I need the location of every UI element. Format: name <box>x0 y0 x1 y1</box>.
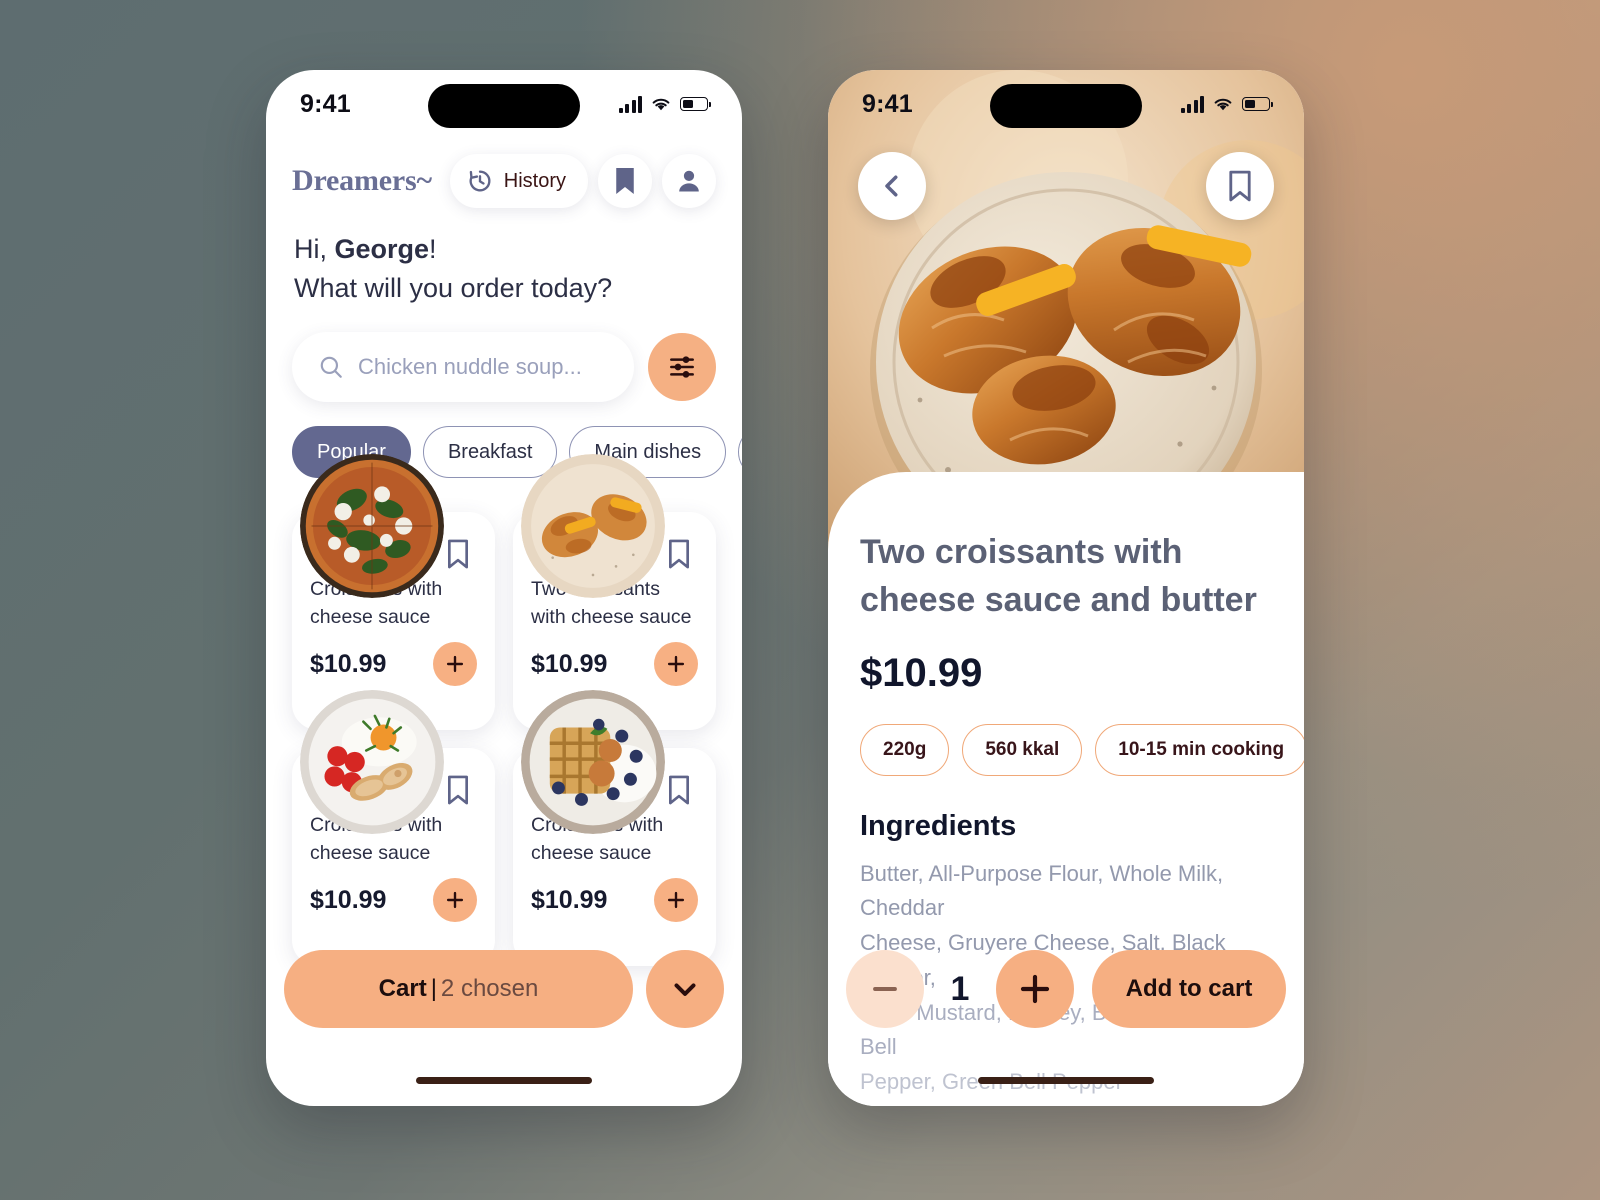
search-placeholder: Chicken nuddle soup... <box>358 354 582 380</box>
food-card[interactable]: Croissants with cheese sauce $10.99 <box>513 690 716 967</box>
hero-button-row <box>858 152 1274 220</box>
bookmark-button[interactable] <box>1206 152 1274 220</box>
dynamic-island <box>428 84 580 128</box>
search-icon <box>320 356 342 379</box>
cellular-bars-icon <box>618 95 642 113</box>
ingredients-line: Butter, All-Purpose Flour, Whole Milk, C… <box>860 860 1224 921</box>
nutrition-chip-calories: 560 kkal <box>962 723 1083 776</box>
greeting-block: Hi, George! What will you order today? <box>266 208 742 308</box>
add-to-cart-button[interactable] <box>654 878 698 923</box>
home-indicator <box>978 1077 1154 1084</box>
chevron-down-icon <box>674 983 696 996</box>
food-footer: $10.99 <box>310 642 477 687</box>
food-grid: Croissants with cheese sauce $10.99 <box>266 454 742 967</box>
food-footer: $10.99 <box>531 642 698 687</box>
bookmark-outline-icon <box>669 539 689 569</box>
greeting-name: George <box>334 234 430 264</box>
add-to-cart-button[interactable] <box>433 878 477 923</box>
bookmark-icon <box>616 168 634 194</box>
profile-button[interactable] <box>662 154 716 208</box>
back-button[interactable] <box>858 152 926 220</box>
cart-separator: | <box>430 975 437 1002</box>
home-screen-phone: 9:41 Dreamers~ History Hi, George! What … <box>266 70 742 1106</box>
cart-bar: Cart | 2 chosen <box>284 950 724 1028</box>
cart-button[interactable]: Cart | 2 chosen <box>284 950 633 1028</box>
search-row: Chicken nuddle soup... <box>266 308 742 403</box>
cart-label: Cart <box>378 975 427 1002</box>
nutrition-chip-weight: 220g <box>860 723 950 776</box>
quantity-decrease-button[interactable] <box>846 950 924 1028</box>
add-to-cart-button[interactable] <box>433 642 477 687</box>
battery-icon <box>680 97 711 111</box>
plus-icon <box>446 892 464 909</box>
ingredients-heading: Ingredients <box>860 809 1017 842</box>
detail-screen-phone: 9:41 Two croissants with cheese sauce an… <box>828 70 1304 1106</box>
minus-icon <box>873 987 897 991</box>
app-header: Dreamers~ History <box>266 132 742 208</box>
bookmark-outline-icon <box>669 775 689 805</box>
app-logo: Dreamers~ <box>292 164 432 197</box>
dish-title: Two croissants with cheese sauce and but… <box>860 533 1257 620</box>
bookmark-outline-icon <box>1229 170 1251 202</box>
food-card[interactable]: Croissants with cheese sauce $10.99 <box>292 690 495 967</box>
history-label: History <box>503 169 566 192</box>
filter-button[interactable] <box>648 333 716 402</box>
bookmark-outline-icon <box>448 775 468 805</box>
battery-icon <box>1242 97 1273 111</box>
status-time: 9:41 <box>300 89 351 118</box>
greeting-prefix: Hi, <box>294 234 335 264</box>
cart-count-label: 2 chosen <box>440 975 539 1002</box>
food-footer: $10.99 <box>310 878 477 923</box>
plus-icon <box>667 656 685 673</box>
add-to-cart-button[interactable] <box>654 642 698 687</box>
history-button[interactable]: History <box>449 154 588 208</box>
wifi-icon <box>1214 98 1232 110</box>
nutrition-chip-row: 220g 560 kkal 10-15 min cooking <box>860 723 1304 776</box>
plus-icon <box>446 656 464 673</box>
detail-action-bar: 1 Add to cart <box>846 950 1286 1028</box>
chevron-left-icon <box>885 175 898 197</box>
food-bookmark-button[interactable] <box>445 774 471 811</box>
food-image-fried-egg-tomato-toast <box>300 690 444 835</box>
food-bookmark-button[interactable] <box>666 774 692 811</box>
greeting-question: What will you order today? <box>294 273 613 304</box>
wifi-icon <box>652 98 670 110</box>
add-to-cart-button[interactable]: Add to cart <box>1092 950 1286 1028</box>
food-image-pizza-spinach-ricotta <box>300 454 444 599</box>
history-clock-icon <box>469 170 491 192</box>
status-icons <box>1180 95 1273 113</box>
status-time: 9:41 <box>862 89 913 118</box>
home-indicator <box>416 1077 592 1084</box>
plus-icon <box>667 892 685 909</box>
quantity-value: 1 <box>950 969 970 1008</box>
food-image-two-croissants-plate <box>521 454 665 599</box>
quantity-increase-button[interactable] <box>996 950 1074 1028</box>
category-chip-pizza[interactable]: Pizza <box>738 426 742 479</box>
status-bar: 9:41 <box>828 70 1304 132</box>
food-price: $10.99 <box>310 649 387 678</box>
search-input[interactable]: Chicken nuddle soup... <box>292 332 634 403</box>
food-price: $10.99 <box>531 649 608 678</box>
bookmark-button[interactable] <box>598 154 652 208</box>
category-chip-breakfast[interactable]: Breakfast <box>422 426 558 479</box>
bookmark-outline-icon <box>448 539 468 569</box>
greeting-line: Hi, George! <box>294 230 714 269</box>
food-footer: $10.99 <box>531 878 698 923</box>
filter-sliders-icon <box>670 356 694 378</box>
food-price: $10.99 <box>531 885 608 914</box>
food-image-waffles-berries-yogurt <box>521 690 665 835</box>
food-price: $10.99 <box>310 885 387 914</box>
food-bookmark-button[interactable] <box>445 538 471 575</box>
food-bookmark-button[interactable] <box>666 538 692 575</box>
nutrition-chip-cook-time: 10-15 min cooking <box>1095 723 1304 776</box>
status-icons <box>618 95 711 113</box>
status-bar: 9:41 <box>266 70 742 132</box>
plus-icon <box>1020 974 1050 1004</box>
profile-icon <box>679 170 699 192</box>
dish-price: $10.99 <box>860 650 983 695</box>
cellular-bars-icon <box>1180 95 1204 113</box>
dynamic-island <box>990 84 1142 128</box>
greeting-suffix: ! <box>429 234 437 264</box>
cart-expand-button[interactable] <box>646 950 724 1028</box>
